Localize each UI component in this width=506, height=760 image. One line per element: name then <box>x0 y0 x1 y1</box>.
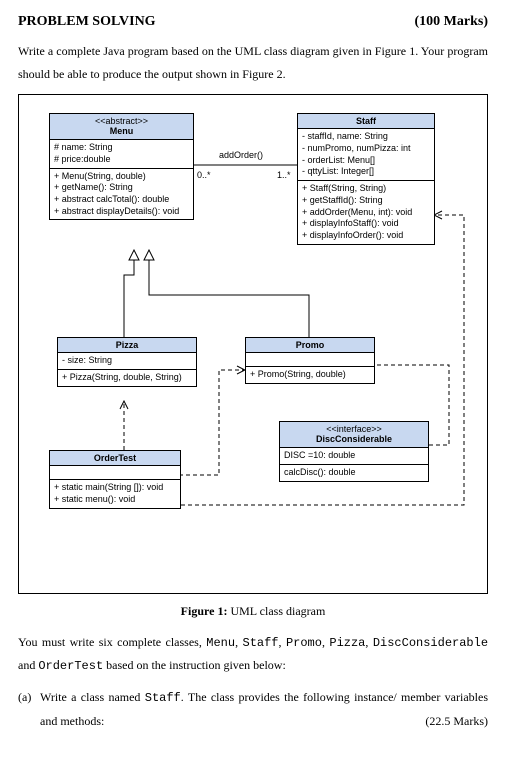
header: PROBLEM SOLVING (100 Marks) <box>18 14 488 30</box>
menu-op: + getName(): String <box>54 182 189 194</box>
staff-name: Staff <box>302 116 430 127</box>
staff-op: + displayInfoOrder(): void <box>302 230 430 242</box>
ordertest-name: OrderTest <box>54 453 176 464</box>
intro-paragraph: Write a complete Java program based on t… <box>18 40 488 86</box>
outro-text: , <box>279 635 286 649</box>
item-a-marks: (22.5 Marks) <box>425 710 488 733</box>
uml-class-ordertest: OrderTest + static main(String []): void… <box>49 450 181 509</box>
uml-class-pizza: Pizza - size: String + Pizza(String, dou… <box>57 337 197 387</box>
ordertest-attrs <box>50 466 180 480</box>
figure-caption: Figure 1: UML class diagram <box>18 604 488 619</box>
ordertest-ops: + static main(String []): void + static … <box>50 480 180 507</box>
disc-op: calcDisc(): double <box>284 467 424 479</box>
mult-right: 1..* <box>277 170 291 180</box>
promo-op: + Promo(String, double) <box>250 369 370 381</box>
assoc-label: addOrder() <box>219 150 263 160</box>
uml-diagram: <<abstract>> Menu # name: String # price… <box>18 94 488 594</box>
uml-class-disc: <<interface>> DiscConsiderable DISC =10:… <box>279 421 429 482</box>
code-menu: Menu <box>206 636 235 650</box>
promo-attrs <box>246 353 374 367</box>
ordertest-op: + static main(String []): void <box>54 482 176 494</box>
menu-name: Menu <box>54 126 189 137</box>
staff-attr: - staffId, name: String <box>302 131 430 143</box>
menu-ops: + Menu(String, double) + getName(): Stri… <box>50 169 193 220</box>
disc-ops: calcDisc(): double <box>280 465 428 481</box>
outro-text: You must write six complete classes, <box>18 635 206 649</box>
code-staff: Staff <box>243 636 279 650</box>
pizza-ops: + Pizza(String, double, String) <box>58 370 196 386</box>
page-title: PROBLEM SOLVING <box>18 14 156 30</box>
staff-op: + displayInfoStaff(): void <box>302 218 430 230</box>
item-a: (a) Write a class named Staff. The class… <box>18 686 488 733</box>
code-ordertest: OrderTest <box>38 659 103 673</box>
pizza-attrs: - size: String <box>58 353 196 370</box>
menu-stereotype: <<abstract>> <box>54 116 189 127</box>
outro-text: and <box>18 658 38 672</box>
staff-op: + getStaffId(): String <box>302 195 430 207</box>
total-marks: (100 Marks) <box>415 14 489 30</box>
outro-text: , <box>365 635 372 649</box>
disc-attrs: DISC =10: double <box>280 448 428 465</box>
staff-op: + Staff(String, String) <box>302 183 430 195</box>
uml-class-promo: Promo + Promo(String, double) <box>245 337 375 384</box>
menu-op: + abstract calcTotal(): double <box>54 194 189 206</box>
staff-attr: - numPromo, numPizza: int <box>302 143 430 155</box>
staff-attr: - orderList: Menu[] <box>302 155 430 167</box>
caption-bold: Figure 1: <box>181 604 228 618</box>
caption-text: UML class diagram <box>227 604 325 618</box>
mult-left: 0..* <box>197 170 211 180</box>
item-a-label: (a) <box>18 686 40 733</box>
menu-attr: # price:double <box>54 154 189 166</box>
staff-attrs: - staffId, name: String - numPromo, numP… <box>298 129 434 181</box>
staff-op: + addOrder(Menu, int): void <box>302 207 430 219</box>
disc-stereotype: <<interface>> <box>284 424 424 435</box>
ordertest-op: + static menu(): void <box>54 494 176 506</box>
uml-class-menu: <<abstract>> Menu # name: String # price… <box>49 113 194 221</box>
disc-name: DiscConsiderable <box>284 434 424 445</box>
promo-name: Promo <box>250 340 370 351</box>
code-pizza: Pizza <box>329 636 365 650</box>
uml-class-staff: Staff - staffId, name: String - numPromo… <box>297 113 435 245</box>
outro-text: , <box>235 635 242 649</box>
outro-text: based on the instruction given below: <box>103 658 286 672</box>
item-a-code: Staff <box>145 691 181 705</box>
menu-op: + abstract displayDetails(): void <box>54 206 189 218</box>
outro-paragraph: You must write six complete classes, Men… <box>18 631 488 679</box>
promo-ops: + Promo(String, double) <box>246 367 374 383</box>
pizza-op: + Pizza(String, double, String) <box>62 372 192 384</box>
menu-attr: # name: String <box>54 142 189 154</box>
pizza-attr: - size: String <box>62 355 192 367</box>
pizza-name: Pizza <box>62 340 192 351</box>
disc-attr: DISC =10: double <box>284 450 424 462</box>
staff-ops: + Staff(String, String) + getStaffId(): … <box>298 181 434 243</box>
staff-attr: - qttyList: Integer[] <box>302 166 430 178</box>
menu-op: + Menu(String, double) <box>54 171 189 183</box>
code-disc: DiscConsiderable <box>373 636 488 650</box>
item-a-text: Write a class named <box>40 690 145 704</box>
code-promo: Promo <box>286 636 322 650</box>
menu-attrs: # name: String # price:double <box>50 140 193 168</box>
item-a-body: Write a class named Staff. The class pro… <box>40 686 488 733</box>
